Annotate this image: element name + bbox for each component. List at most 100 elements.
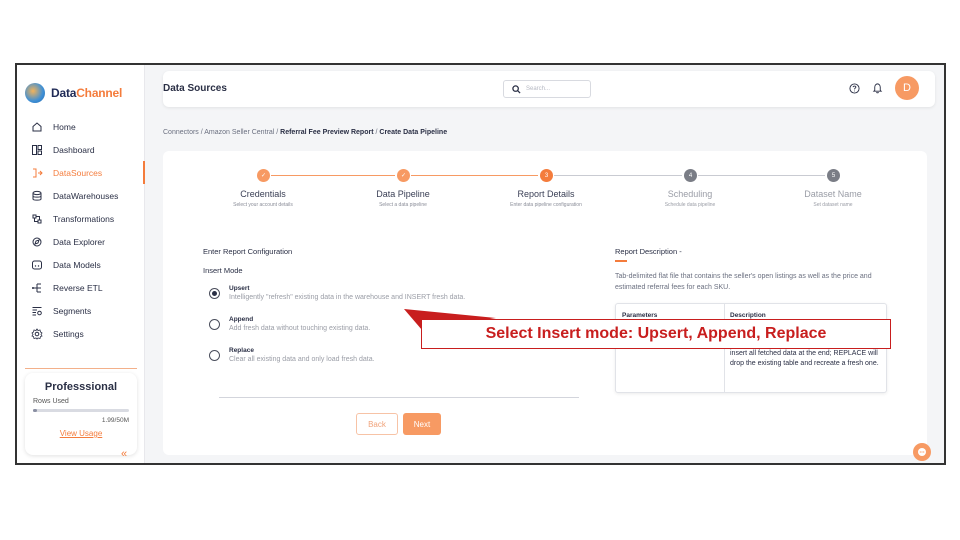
breadcrumb-amazon-seller-central[interactable]: Amazon Seller Central <box>204 129 274 136</box>
step-subtitle: Select your account details <box>233 202 293 208</box>
step-5-indicator: 5 <box>827 169 840 182</box>
transformations-icon <box>31 213 43 225</box>
logo-text: DataChannel <box>51 86 123 100</box>
annotation-callout: Select Insert mode: Upsert, Append, Repl… <box>421 319 891 349</box>
page-title: Data Sources <box>163 83 227 94</box>
sidebar-divider <box>25 368 137 369</box>
step-subtitle: Enter data pipeline configuration <box>510 202 582 208</box>
home-icon <box>31 121 43 133</box>
sidebar-item-data-models[interactable]: Data Models <box>17 253 145 276</box>
models-icon <box>31 259 43 271</box>
usage-fill <box>33 409 37 412</box>
sidebar-item-label: Data Models <box>53 259 101 270</box>
sidebar-item-transformations[interactable]: Transformations <box>17 207 145 230</box>
sidebar-item-data-explorer[interactable]: Data Explorer <box>17 230 145 253</box>
append-radio[interactable] <box>209 319 220 330</box>
breadcrumb-report[interactable]: Referral Fee Preview Report <box>280 129 373 136</box>
search-placeholder: Search... <box>526 86 551 92</box>
plan-card: Professsional Rows Used 1.99/50M View Us… <box>25 373 137 455</box>
accent-underline <box>615 260 627 262</box>
report-description-text: Tab-delimited flat file that contains th… <box>615 273 872 291</box>
sidebar-item-label: Transformations <box>53 213 115 224</box>
sidebar-item-segments[interactable]: Segments <box>17 299 145 322</box>
option-replace[interactable]: Replace Clear all existing data and only… <box>209 347 375 363</box>
upsert-radio[interactable] <box>209 288 220 299</box>
option-title: Upsert <box>229 285 250 292</box>
option-title: Append <box>229 316 254 323</box>
sidebar-item-home[interactable]: Home <box>17 115 145 138</box>
chat-icon[interactable] <box>913 443 931 461</box>
step-connector <box>411 175 538 176</box>
sidebar-item-label: Settings <box>53 328 84 339</box>
database-icon <box>31 190 43 202</box>
usage-text: 1.99/50M <box>101 417 129 424</box>
sidebar-item-reverse-etl[interactable]: Reverse ETL <box>17 276 145 299</box>
next-button[interactable]: Next <box>403 413 441 435</box>
segments-icon <box>31 305 43 317</box>
option-description: Add fresh data without touching existing… <box>229 325 371 332</box>
step-subtitle: Set dataset name <box>813 202 853 208</box>
step-3-indicator: 3 <box>540 169 553 182</box>
sidebar-item-label: Data Explorer <box>53 236 105 247</box>
avatar[interactable]: D <box>895 76 919 100</box>
logo[interactable]: DataChannel <box>25 81 122 105</box>
sidebar-item-label: DataSources <box>53 167 103 178</box>
view-usage-link[interactable]: View Usage <box>33 429 129 438</box>
search-input[interactable]: Search... <box>503 80 591 98</box>
step-title: Report Details <box>517 189 575 199</box>
option-upsert[interactable]: Upsert Intelligently "refresh" existing … <box>209 285 465 301</box>
step-1-indicator: ✓ <box>257 169 270 182</box>
step-connector <box>554 175 682 176</box>
header: Data Sources Search... D <box>163 71 935 107</box>
bell-icon[interactable] <box>872 82 883 94</box>
stepper: ✓ Credentials Select your account details ✓… <box>163 169 927 229</box>
app-window: DataChannel Home Dashboard DataSources D… <box>15 63 946 465</box>
back-button[interactable]: Back <box>356 413 398 435</box>
sidebar: DataChannel Home Dashboard DataSources D… <box>17 65 145 463</box>
help-icon[interactable] <box>849 83 860 94</box>
explorer-icon <box>31 236 43 248</box>
search-icon <box>512 84 521 94</box>
usage-bar <box>33 409 129 412</box>
sidebar-item-label: Dashboard <box>53 144 95 155</box>
form-divider <box>219 397 579 398</box>
gear-icon <box>31 327 43 340</box>
parameter-description: insert all fetched data at the end; REPL… <box>730 350 879 367</box>
step-connector <box>698 175 825 176</box>
plan-name: Professsional <box>44 381 118 393</box>
breadcrumb-connectors[interactable]: Connectors <box>163 129 199 136</box>
step-title: Data Pipeline <box>376 189 430 199</box>
logo-icon <box>25 83 45 103</box>
option-description: Clear all existing data and only load fr… <box>229 356 375 363</box>
main-card: ✓ Credentials Select your account details ✓… <box>163 151 927 455</box>
sidebar-item-label: Home <box>53 121 76 132</box>
sidebar-item-datawarehouses[interactable]: DataWarehouses <box>17 184 145 207</box>
breadcrumb-create-pipeline: Create Data Pipeline <box>379 129 448 136</box>
option-title: Replace <box>229 347 254 354</box>
sidebar-nav: Home Dashboard DataSources DataWarehouse… <box>17 115 145 345</box>
step-title: Credentials <box>240 189 286 199</box>
insert-mode-label: Insert Mode <box>203 266 243 275</box>
datasources-icon <box>31 167 43 179</box>
step-title: Scheduling <box>667 189 713 199</box>
sidebar-item-label: Reverse ETL <box>53 282 103 293</box>
step-subtitle: Select a data pipeline <box>379 202 427 208</box>
parameters-header: Parameters <box>622 312 658 319</box>
sidebar-item-datasources[interactable]: DataSources <box>17 161 145 184</box>
sidebar-item-dashboard[interactable]: Dashboard <box>17 138 145 161</box>
rows-used-label: Rows Used <box>33 398 69 405</box>
option-append[interactable]: Append Add fresh data without touching e… <box>209 316 370 332</box>
sidebar-item-label: DataWarehouses <box>53 190 119 201</box>
step-title: Dataset Name <box>804 189 862 199</box>
replace-radio[interactable] <box>209 350 220 361</box>
step-4-indicator: 4 <box>684 169 697 182</box>
description-header: Description <box>730 312 766 319</box>
reverse-etl-icon <box>31 282 43 294</box>
sidebar-item-settings[interactable]: Settings <box>17 322 145 345</box>
form-heading: Enter Report Configuration <box>203 247 293 256</box>
dashboard-icon <box>31 144 43 156</box>
option-description: Intelligently "refresh" existing data in… <box>229 294 466 301</box>
report-description-title: Report Description - <box>615 247 682 256</box>
collapse-sidebar-icon[interactable]: « <box>121 448 127 460</box>
step-connector <box>271 175 395 176</box>
